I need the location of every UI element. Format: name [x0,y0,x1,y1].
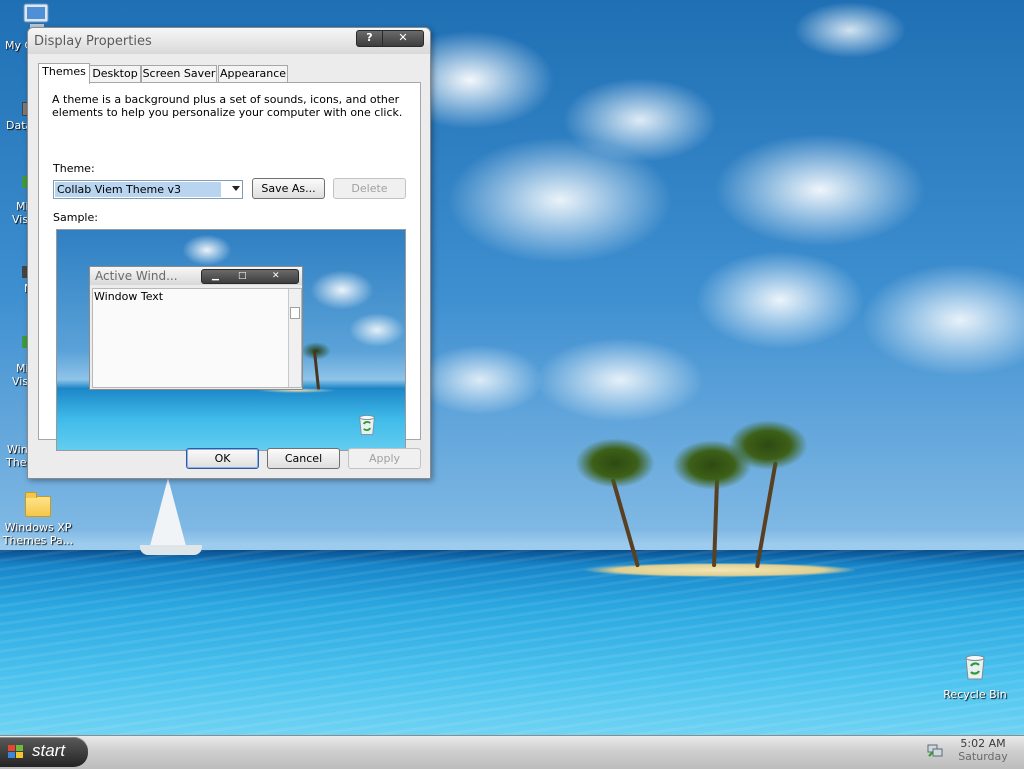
ok-button[interactable]: OK [186,448,259,469]
delete-button[interactable]: Delete [333,178,406,199]
recycle-bin-icon [359,415,375,435]
theme-label: Theme: [53,162,95,175]
desktop-icon-label-line2: Vis [12,213,29,226]
sailboat [150,478,186,546]
close-icon: ✕ [272,271,280,281]
island [585,563,855,577]
theme-dropdown[interactable]: Collab Viem Theme v3 [53,180,243,199]
tab-appearance[interactable]: Appearance [218,65,288,83]
dialog-title: Display Properties [34,34,152,49]
desktop-icon-windows-xp-themes-pack[interactable]: Windows XP Themes Pa... [2,490,74,547]
desktop-icon-label: Recycle Bin [943,688,1007,701]
clock-day: Saturday [958,750,1008,763]
start-button[interactable]: start [0,737,88,767]
save-as-button[interactable]: Save As... [252,178,325,199]
tab-themes[interactable]: Themes [38,63,90,84]
minimize-icon: ▁ [212,271,219,281]
display-properties-dialog: Display Properties ? ✕ Themes Desktop Sc… [27,27,431,479]
close-button[interactable]: ✕ [382,30,424,47]
start-label: start [32,741,66,760]
close-icon: ✕ [398,31,408,44]
desktop-icon-label-line1: Windows XP [4,521,72,534]
desktop-icon-recycle-bin[interactable]: Recycle Bin [939,650,1011,701]
windows-logo-icon [8,745,24,759]
sea-background [0,550,1024,735]
sample-window: Active Wind... ▁ □ ✕ Window Text [89,266,303,390]
sample-window-text: Window Text [94,290,164,303]
sample-window-buttons: ▁ □ ✕ [201,269,299,284]
sample-window-title: Active Wind... [95,269,178,283]
theme-sample-preview: Active Wind... ▁ □ ✕ Window Text [56,229,406,451]
help-button[interactable]: ? [356,30,383,47]
desktop-icon-label-line2: Themes Pa... [2,534,74,547]
desktop-icon-label-line2: Vis [12,375,29,388]
sample-label: Sample: [53,211,98,224]
maximize-icon: □ [238,271,247,281]
sample-window-titlebar: Active Wind... ▁ □ ✕ [90,267,302,285]
dialog-titlebar[interactable]: Display Properties ? ✕ [28,28,430,54]
theme-dropdown-value: Collab Viem Theme v3 [55,182,221,197]
sample-scrollbar-thumb [290,307,300,319]
folder-icon [25,492,51,517]
theme-description: A theme is a background plus a set of so… [52,93,403,119]
sample-scrollbar [288,289,301,387]
apply-button[interactable]: Apply [348,448,421,469]
tab-desktop[interactable]: Desktop [89,65,141,83]
boat-hull [140,545,202,555]
chevron-down-icon [232,186,240,191]
palm-leaves [575,438,655,488]
recycle-bin-icon [965,655,985,680]
sample-window-body: Window Text [92,288,302,388]
cancel-button[interactable]: Cancel [267,448,340,469]
tab-screen-saver[interactable]: Screen Saver [141,65,217,83]
palm-leaves [728,420,808,470]
themes-panel: A theme is a background plus a set of so… [38,82,421,451]
taskbar: start 5:02 AM Saturday [0,735,1024,769]
clock-time: 5:02 AM [960,737,1006,750]
system-clock[interactable]: 5:02 AM Saturday [950,737,1016,763]
network-tray-icon[interactable] [927,742,943,758]
